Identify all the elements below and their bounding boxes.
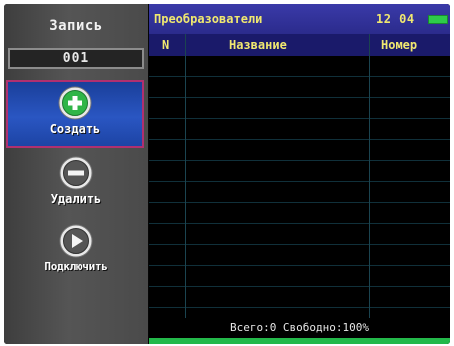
converters-table-body[interactable] — [149, 56, 450, 318]
minus-circle-icon — [59, 156, 93, 190]
delete-button-label: Удалить — [50, 192, 102, 206]
column-header-name: Название — [229, 38, 287, 52]
create-button-label: Создать — [49, 122, 101, 136]
column-header-number: Номер — [381, 38, 418, 52]
title-bar: Преобразователи 12 04 — [149, 4, 450, 34]
status-footer: Всего:0 Свободно:100% — [149, 318, 450, 338]
record-number-field[interactable]: 001 — [8, 48, 144, 69]
connect-button[interactable]: Подключить — [4, 218, 148, 286]
connect-button-label: Подключить — [44, 260, 108, 273]
bottom-status-bar — [149, 338, 450, 344]
sidebar: Запись 001 Создать Удалить Подключить — [4, 4, 148, 344]
column-divider — [185, 34, 186, 318]
table-header: N Название Номер — [149, 34, 450, 56]
plus-circle-icon — [58, 86, 92, 120]
delete-button[interactable]: Удалить — [4, 150, 148, 218]
battery-icon — [428, 15, 448, 24]
converters-panel: Преобразователи 12 04 N Название Номер В… — [149, 4, 450, 344]
play-circle-icon — [59, 224, 93, 258]
clock: 12 04 — [376, 12, 415, 26]
column-header-n: N — [162, 38, 170, 52]
device-screen: Запись 001 Создать Удалить Подключить Пр… — [4, 4, 450, 344]
column-divider — [369, 34, 370, 318]
create-button[interactable]: Создать — [6, 80, 144, 148]
panel-title: Преобразователи — [154, 12, 263, 26]
record-label: Запись — [49, 18, 103, 34]
